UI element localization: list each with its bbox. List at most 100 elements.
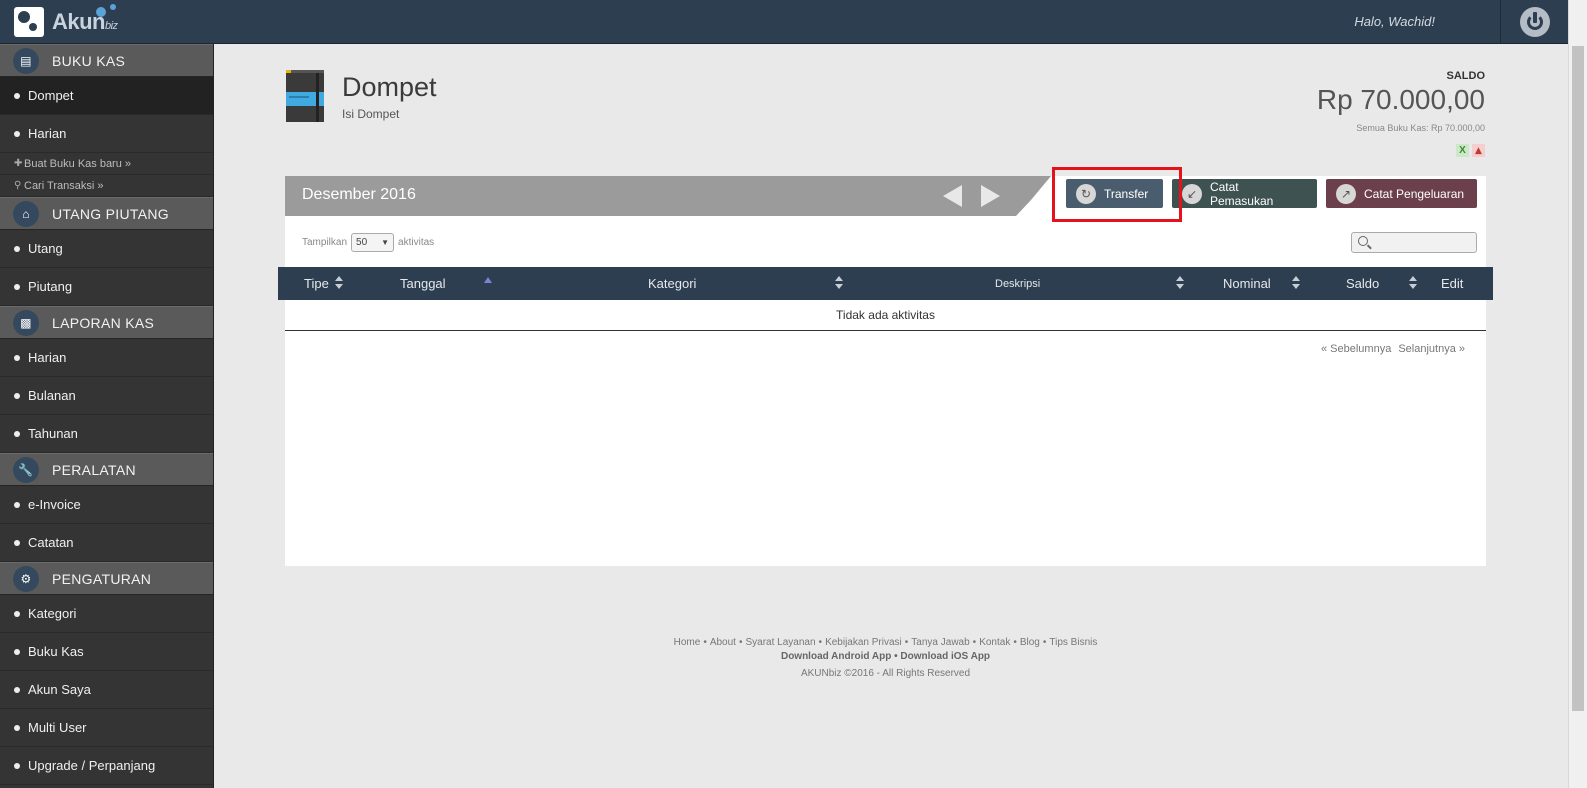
sidebar-item-piutang[interactable]: Piutang [0,268,213,306]
next-month-arrow-icon[interactable] [981,185,1000,207]
column-label: Tipe [304,276,329,291]
footer-link-privacy[interactable]: Kebijakan Privasi [825,637,902,648]
column-tanggal[interactable]: Tanggal [400,267,446,300]
wrench-icon: 🔧 [13,456,39,483]
column-kategori[interactable]: Kategori [648,267,696,300]
section-title: UTANG PIUTANG [52,205,169,222]
bullet-icon [14,430,20,437]
android-app-link[interactable]: Download Android App [781,651,891,662]
sidebar-item-tahunan[interactable]: Tahunan [0,415,213,453]
search-transaction-link[interactable]: ⚲ Cari Transaksi » [0,175,213,197]
sidebar-item-buku-kas[interactable]: Buku Kas [0,633,213,671]
page-length-select[interactable]: 50 ▼ [351,233,395,252]
ios-app-link[interactable]: Download iOS App [900,651,990,662]
sidebar-section-utang-piutang[interactable]: ⌂ UTANG PIUTANG [0,197,213,230]
section-title: PENGATURAN [52,570,152,587]
table-header: Tipe Tanggal Kategori Deskripsi Nominal … [278,267,1493,300]
section-title: PERALATAN [52,461,136,478]
logo-mark-icon [14,7,44,37]
month-navigation: Desember 2016 [285,176,1066,216]
expense-button[interactable]: ↗ Catat Pengeluaran [1326,179,1477,208]
next-page-link[interactable]: Selanjutnya » [1398,343,1465,355]
logo-dot-icon [110,4,116,10]
bullet-icon [14,354,20,361]
footer-link-contact[interactable]: Kontak [979,637,1010,648]
sort-asc-icon [484,277,492,283]
arrow-out-icon: ↗ [1336,183,1356,204]
prev-page-link[interactable]: « Sebelumnya [1321,343,1391,355]
prev-month-arrow-icon[interactable] [943,185,962,207]
bullet-icon [14,724,20,731]
sort-icon [835,276,843,290]
sidebar-item-bulanan[interactable]: Bulanan [0,377,213,415]
column-tipe[interactable]: Tipe [304,267,329,300]
sidebar-item-harian[interactable]: Harian [0,115,213,153]
logout-button[interactable] [1500,0,1568,44]
button-label: Catat Pengeluaran [1364,186,1465,201]
app-separator: • [894,651,898,662]
footer-link-blog[interactable]: Blog [1020,637,1040,648]
empty-table-message: Tidak ada aktivitas [285,300,1486,331]
column-deskripsi[interactable]: Deskripsi [995,267,1040,300]
highlight-box [1052,167,1182,222]
income-button[interactable]: ↙ Catat Pemasukan [1172,179,1317,208]
sidebar-item-e-invoice[interactable]: e-Invoice [0,486,213,524]
footer-link-terms[interactable]: Syarat Layanan [745,637,815,648]
sidebar-section-laporan-kas[interactable]: ▩ LAPORAN KAS [0,306,213,339]
sidebar-item-label: Harian [28,126,67,141]
sidebar-item-label: Kategori [28,606,77,621]
bullet-icon [14,539,20,546]
footer-app-links: Download Android App • Download iOS App [285,651,1486,662]
sidebar-item-dompet[interactable]: Dompet [0,77,213,115]
sidebar-item-kategori[interactable]: Kategori [0,595,213,633]
column-saldo[interactable]: Saldo [1346,267,1379,300]
link-label: Buat Buku Kas baru » [24,157,132,170]
link-label: Cari Transaksi » [24,179,104,192]
sidebar-section-buku-kas[interactable]: ▤ BUKU KAS [0,44,213,77]
chevron-down-icon: ▼ [381,238,390,247]
create-book-link[interactable]: ✚ Buat Buku Kas baru » [0,153,213,175]
bullet-icon [14,392,20,399]
bullet-icon [14,762,20,769]
logo-text: Akunbiz [52,9,118,34]
sidebar-item-label: Bulanan [28,388,76,403]
column-nominal[interactable]: Nominal [1223,267,1271,300]
column-label: Saldo [1346,276,1380,291]
excel-export-icon[interactable]: X [1456,144,1469,157]
search-input[interactable] [1351,232,1477,253]
scrollbar[interactable] [1568,0,1587,788]
footer-link-tips[interactable]: Tips Bisnis [1049,637,1097,648]
sort-icon [1176,276,1184,290]
month-label: Desember 2016 [302,186,416,203]
sidebar: ▤ BUKU KAS Dompet Harian ✚ Buat Buku Kas … [0,44,214,788]
footer-link-faq[interactable]: Tanya Jawab [911,637,969,648]
button-label: Catat Pemasukan [1209,179,1274,208]
bullet-icon [14,610,20,617]
bullet-icon [14,648,20,655]
section-title: LAPORAN KAS [52,314,155,331]
copyright: AKUNbiz ©2016 - All Rights Reserved [800,668,971,679]
pdf-export-icon[interactable]: ▲ [1472,144,1485,157]
sidebar-section-peralatan[interactable]: 🔧 PERALATAN [0,453,213,486]
footer-link-about[interactable]: About [710,637,736,648]
scrollbar-thumb[interactable] [1572,46,1584,711]
sidebar-item-akun-saya[interactable]: Akun Saya [0,671,213,709]
column-label: Deskripsi [995,277,1041,290]
sidebar-item-multi-user[interactable]: Multi User [0,709,213,747]
footer-link-home[interactable]: Home [674,637,701,648]
sidebar-item-label: Akun Saya [28,682,91,697]
column-label: Tanggal [400,276,446,291]
page-length-control: Tampilkan 50 ▼ aktivitas [302,233,434,252]
sort-icon [1409,276,1417,290]
sidebar-item-catatan[interactable]: Catatan [0,524,213,562]
sidebar-item-laporan-harian[interactable]: Harian [0,339,213,377]
power-icon [1519,7,1550,37]
page-title: Dompet [342,72,437,102]
sidebar-item-utang[interactable]: Utang [0,230,213,268]
book-icon: ▤ [13,47,39,74]
sidebar-section-pengaturan[interactable]: ⚙ PENGATURAN [0,562,213,595]
saldo-amount: Rp 70.000,00 [1316,84,1485,115]
logo[interactable]: Akunbiz [14,4,118,39]
sidebar-item-upgrade[interactable]: Upgrade / Perpanjang [0,747,213,785]
saldo-label: SALDO [1446,70,1486,82]
